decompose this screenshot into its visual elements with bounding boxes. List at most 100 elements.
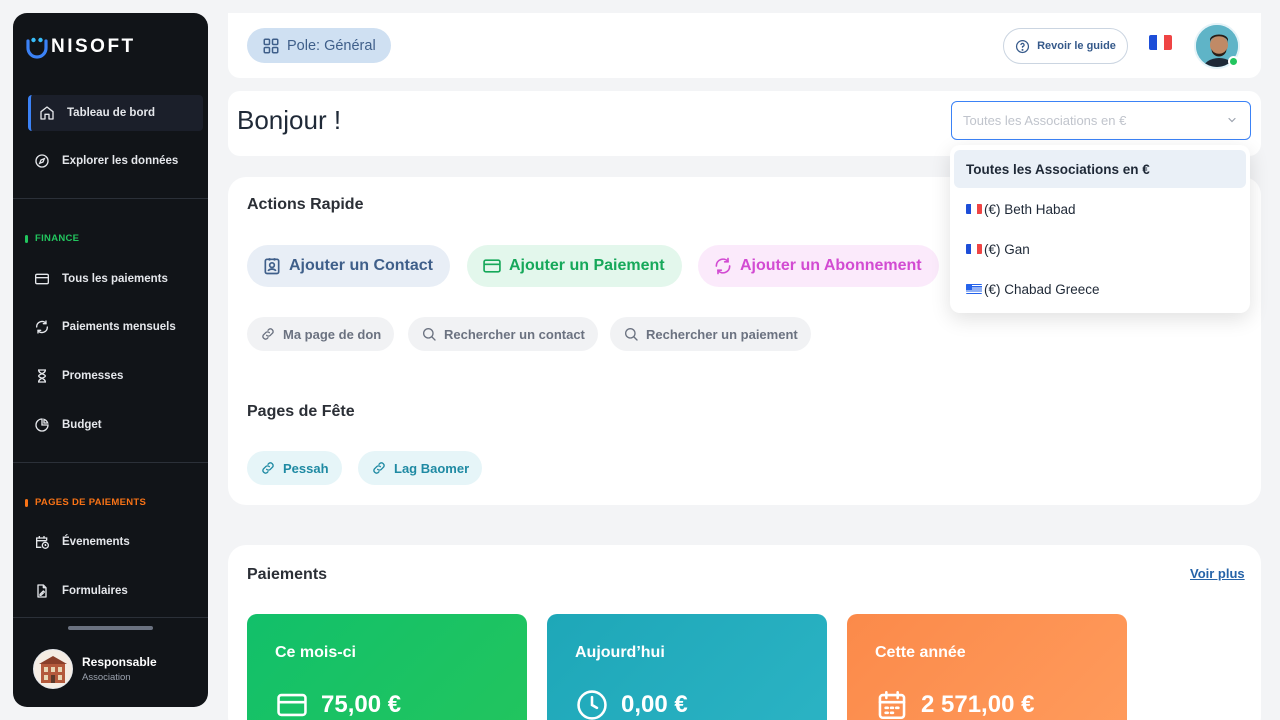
sidebar-scroll-handle[interactable] <box>68 626 153 630</box>
fete-page-lag-baomer[interactable]: Lag Baomer <box>358 451 483 485</box>
credit-card-icon <box>33 270 51 288</box>
my-donation-page-label: Ma page de don <box>283 326 382 342</box>
link-icon <box>373 462 385 474</box>
voir-plus-link[interactable]: Voir plus <box>1190 566 1245 581</box>
compass-icon <box>33 152 51 170</box>
stat-value: 2 571,00 € <box>921 691 1035 718</box>
fete-page-pessah[interactable]: Pessah <box>247 451 342 485</box>
top-bar: Pole: Général Revoir le guide <box>228 13 1261 78</box>
sidebar-divider <box>13 462 208 463</box>
sidebar-divider <box>13 198 208 199</box>
search-icon <box>423 328 436 341</box>
add-contact-label: Ajouter un Contact <box>289 257 433 274</box>
clock-icon <box>577 690 607 720</box>
fete-pages-title: Pages de Fête <box>247 403 355 420</box>
contact-card-icon <box>264 258 280 275</box>
add-payment-label: Ajouter un Paiement <box>509 257 665 274</box>
sidebar-item-formulaires[interactable]: Formulaires <box>28 573 203 609</box>
section-marker <box>25 498 28 507</box>
sidebar-item-evenements[interactable]: Évenements <box>28 524 203 560</box>
quick-actions-title: Actions Rapide <box>247 196 364 213</box>
payments-title: Paiements <box>247 566 328 583</box>
sidebar-item-explorer[interactable]: Explorer les données <box>28 143 203 179</box>
link-icon <box>262 328 274 340</box>
sidebar-item-label: Explorer les données <box>62 155 179 167</box>
sidebar-item-budget[interactable]: Budget <box>28 407 203 443</box>
stat-label: Aujourd’hui <box>575 644 665 661</box>
add-payment-button[interactable]: Ajouter un Paiement <box>467 245 682 287</box>
flag-fr-icon <box>966 244 982 254</box>
revoir-guide-button[interactable]: Revoir le guide <box>1003 28 1128 64</box>
refresh-icon <box>33 318 51 336</box>
dropdown-option-beth-habad[interactable]: (€) Beth Habad <box>954 190 1246 228</box>
sidebar-item-label: Tableau de bord <box>67 107 155 119</box>
sidebar: NISOFT Tableau de bord Explorer les donn… <box>13 13 208 707</box>
association-avatar <box>33 649 73 689</box>
section-label-pages-de-paiements: PAGES DE PAIEMENTS <box>25 497 146 508</box>
add-subscription-label: Ajouter un Abonnement <box>740 257 922 274</box>
stat-value-row: 2 571,00 € <box>875 688 1034 720</box>
dropdown-option-label: Toutes les Associations en € <box>966 161 1150 177</box>
sidebar-divider <box>13 617 208 618</box>
stat-value-row: 75,00 € <box>275 688 401 720</box>
dropdown-option-chabad-greece[interactable]: (€) Chabad Greece <box>954 270 1246 308</box>
add-subscription-button[interactable]: Ajouter un Abonnement <box>698 245 939 287</box>
sidebar-item-label: Promesses <box>62 370 124 382</box>
calendar-clock-icon <box>33 533 51 551</box>
stat-card-year[interactable]: Cette année 2 571,00 € <box>847 614 1127 720</box>
sidebar-item-promesses[interactable]: Promesses <box>28 358 203 394</box>
pole-selector-button[interactable]: Pole: Général <box>247 28 391 63</box>
credit-card-icon <box>483 259 501 273</box>
search-contact-button[interactable]: Rechercher un contact <box>408 317 598 351</box>
sidebar-item-paiements-mensuels[interactable]: Paiements mensuels <box>28 309 203 345</box>
dropdown-option-all[interactable]: Toutes les Associations en € <box>954 150 1246 188</box>
stat-value: 0,00 € <box>621 691 688 718</box>
association-dropdown-menu: Toutes les Associations en € (€) Beth Ha… <box>950 145 1250 313</box>
home-icon <box>38 104 56 122</box>
sidebar-item-label: Budget <box>62 419 102 431</box>
dropdown-option-label: (€) Gan <box>984 241 1030 257</box>
association-select[interactable]: Toutes les Associations en € <box>951 101 1251 140</box>
search-contact-label: Rechercher un contact <box>444 326 585 342</box>
dropdown-option-gan[interactable]: (€) Gan <box>954 230 1246 268</box>
search-icon <box>625 328 638 341</box>
section-title: PAGES DE PAIEMENTS <box>35 497 147 508</box>
hourglass-icon <box>33 367 51 385</box>
stat-card-month[interactable]: Ce mois-ci 75,00 € <box>247 614 527 720</box>
file-edit-icon <box>33 582 51 600</box>
sidebar-item-label: Tous les paiements <box>62 273 168 285</box>
section-marker <box>25 234 28 243</box>
association-select-placeholder: Toutes les Associations en € <box>963 113 1127 128</box>
sidebar-item-label: Formulaires <box>62 585 128 597</box>
stat-label: Cette année <box>875 644 966 661</box>
stat-label: Ce mois-ci <box>275 644 356 661</box>
search-payment-button[interactable]: Rechercher un paiement <box>610 317 811 351</box>
credit-card-icon <box>277 693 307 717</box>
sidebar-item-label: Évenements <box>62 536 130 548</box>
pie-chart-icon <box>33 416 51 434</box>
stat-card-today[interactable]: Aujourd’hui 0,00 € <box>547 614 827 720</box>
fete-page-label: Lag Baomer <box>394 460 470 476</box>
guide-label: Revoir le guide <box>1037 40 1116 52</box>
logo-mark-icon <box>25 35 49 59</box>
chevron-down-icon <box>1226 114 1238 129</box>
pole-label: Pole: Général <box>287 37 376 54</box>
profile-role: Association <box>82 672 131 683</box>
sidebar-item-label: Paiements mensuels <box>62 321 176 333</box>
help-circle-icon <box>1016 39 1030 53</box>
dropdown-option-label: (€) Beth Habad <box>984 201 1076 217</box>
language-flag-fr[interactable] <box>1149 35 1172 50</box>
refresh-icon <box>715 257 731 275</box>
fete-page-label: Pessah <box>283 460 329 476</box>
my-donation-page-button[interactable]: Ma page de don <box>247 317 395 351</box>
greeting-title: Bonjour ! <box>237 105 342 135</box>
sidebar-item-tous-les-paiements[interactable]: Tous les paiements <box>28 261 203 297</box>
profile-block[interactable]: Responsable Association <box>33 649 157 689</box>
brand-logo[interactable]: NISOFT <box>25 33 136 61</box>
section-label-finance: FINANCE <box>25 233 79 244</box>
add-contact-button[interactable]: Ajouter un Contact <box>247 245 450 287</box>
sidebar-item-tableau-de-bord[interactable]: Tableau de bord <box>28 95 203 131</box>
brand-name: NISOFT <box>51 36 136 57</box>
payments-card: Paiements Voir plus Ce mois-ci 75,00 € A… <box>228 545 1261 720</box>
building-icon <box>39 656 67 683</box>
